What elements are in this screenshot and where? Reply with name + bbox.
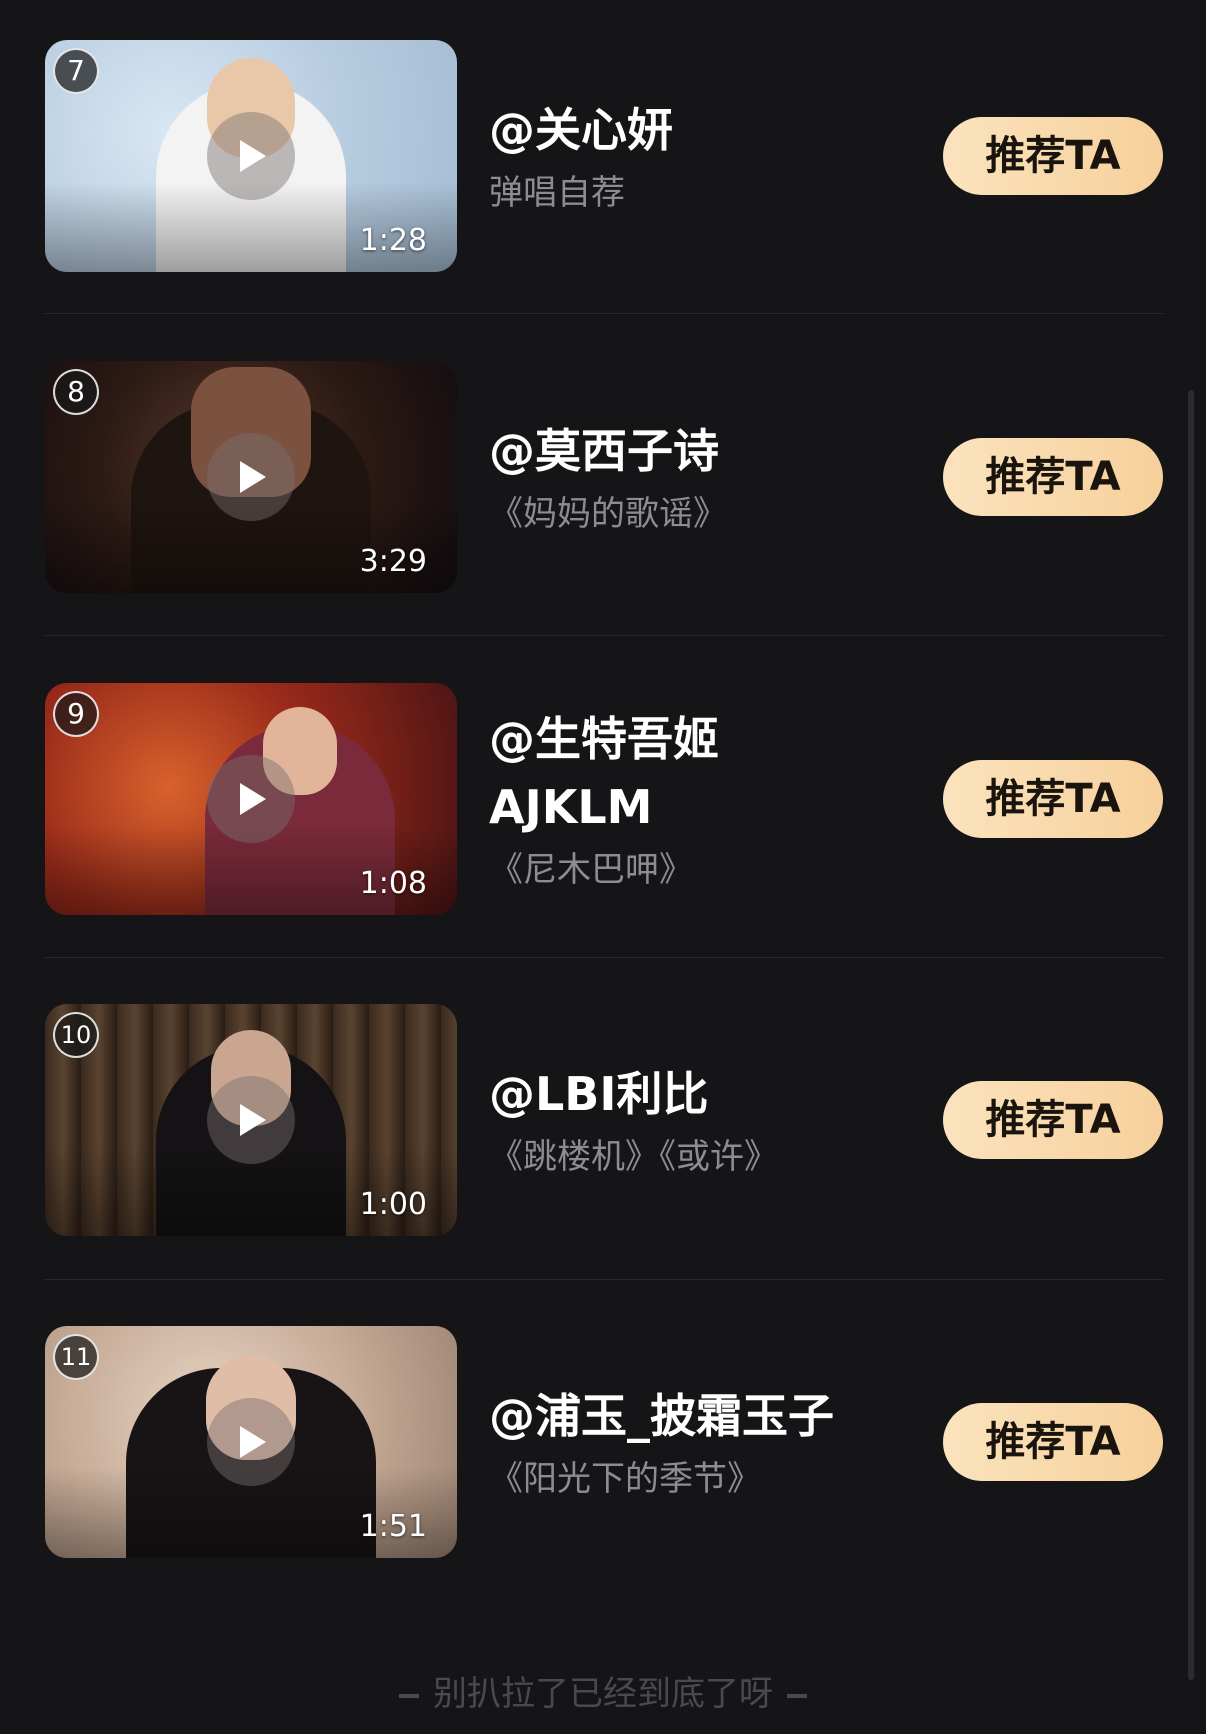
recommend-button[interactable]: 推荐TA [943,438,1163,516]
artist-name-line2[interactable]: AJKLM [489,773,889,841]
rank-badge: 10 [53,1012,99,1058]
play-button[interactable] [207,112,295,200]
list-item[interactable]: 8 3:29 @莫西子诗 《妈妈的歌谣》 推荐TA [45,361,1163,593]
recommend-button[interactable]: 推荐TA [943,1403,1163,1481]
artist-name-line1[interactable]: @生特吾姬 [489,705,889,773]
video-duration: 1:00 [359,1187,427,1222]
artist-name[interactable]: @关心妍 [489,96,889,164]
footer-dash-left [399,1693,419,1698]
song-subtitle: 《跳楼机》《或许》 [489,1137,778,1177]
footer-dash-right [787,1693,807,1698]
item-info: @莫西子诗 《妈妈的歌谣》 [489,417,889,539]
rank-badge: 7 [53,48,99,94]
divider [45,1279,1163,1280]
video-thumbnail[interactable]: 7 1:28 [45,40,457,272]
list-item[interactable]: 11 1:51 @浦玉_披霜玉子 《阳光下的季节》 推荐TA [45,1326,1163,1558]
song-subtitle: 《阳光下的季节》 [489,1459,761,1499]
list-item[interactable]: 9 1:08 @生特吾姬 AJKLM 《尼木巴呷》 推荐TA [45,683,1163,915]
list-item[interactable]: 10 1:00 @LBI利比 《跳楼机》《或许》 推荐TA [45,1004,1163,1236]
video-duration: 3:29 [359,544,427,579]
song-subtitle: 《尼木巴呷》 [489,850,693,890]
play-button[interactable] [207,755,295,843]
play-button[interactable] [207,433,295,521]
item-info: @生特吾姬 AJKLM 《尼木巴呷》 [489,705,889,895]
play-button[interactable] [207,1076,295,1164]
item-info: @LBI利比 《跳楼机》《或许》 [489,1060,889,1182]
video-duration: 1:08 [359,866,427,901]
play-icon [240,1104,266,1136]
play-icon [240,461,266,493]
play-icon [240,783,266,815]
recommend-button[interactable]: 推荐TA [943,1081,1163,1159]
song-subtitle: 《妈妈的歌谣》 [489,494,727,534]
artist-name[interactable]: @莫西子诗 [489,417,889,485]
rank-badge: 11 [53,1334,99,1380]
play-button[interactable] [207,1398,295,1486]
item-info: @关心妍 弹唱自荐 [489,96,889,218]
play-icon [240,1426,266,1458]
song-subtitle: 弹唱自荐 [489,173,625,213]
scrollbar[interactable] [1188,390,1194,1680]
video-duration: 1:51 [359,1509,427,1544]
artist-name[interactable]: @LBI利比 [489,1060,889,1128]
video-thumbnail[interactable]: 11 1:51 [45,1326,457,1558]
video-thumbnail[interactable]: 9 1:08 [45,683,457,915]
recommend-button[interactable]: 推荐TA [943,760,1163,838]
rank-badge: 9 [53,691,99,737]
video-thumbnail[interactable]: 8 3:29 [45,361,457,593]
artist-name[interactable]: @浦玉_披霜玉子 [489,1382,889,1450]
video-duration: 1:28 [359,223,427,258]
list-item[interactable]: 7 1:28 @关心妍 弹唱自荐 推荐TA [45,40,1163,272]
video-thumbnail[interactable]: 10 1:00 [45,1004,457,1236]
divider [45,635,1163,636]
play-icon [240,140,266,172]
divider [45,957,1163,958]
footer-text: 别扒拉了已经到底了呀 [433,1674,773,1714]
divider [45,313,1163,314]
item-info: @浦玉_披霜玉子 《阳光下的季节》 [489,1382,889,1504]
recommend-button[interactable]: 推荐TA [943,117,1163,195]
rank-badge: 8 [53,369,99,415]
end-of-list-footer: 别扒拉了已经到底了呀 [0,1666,1206,1715]
